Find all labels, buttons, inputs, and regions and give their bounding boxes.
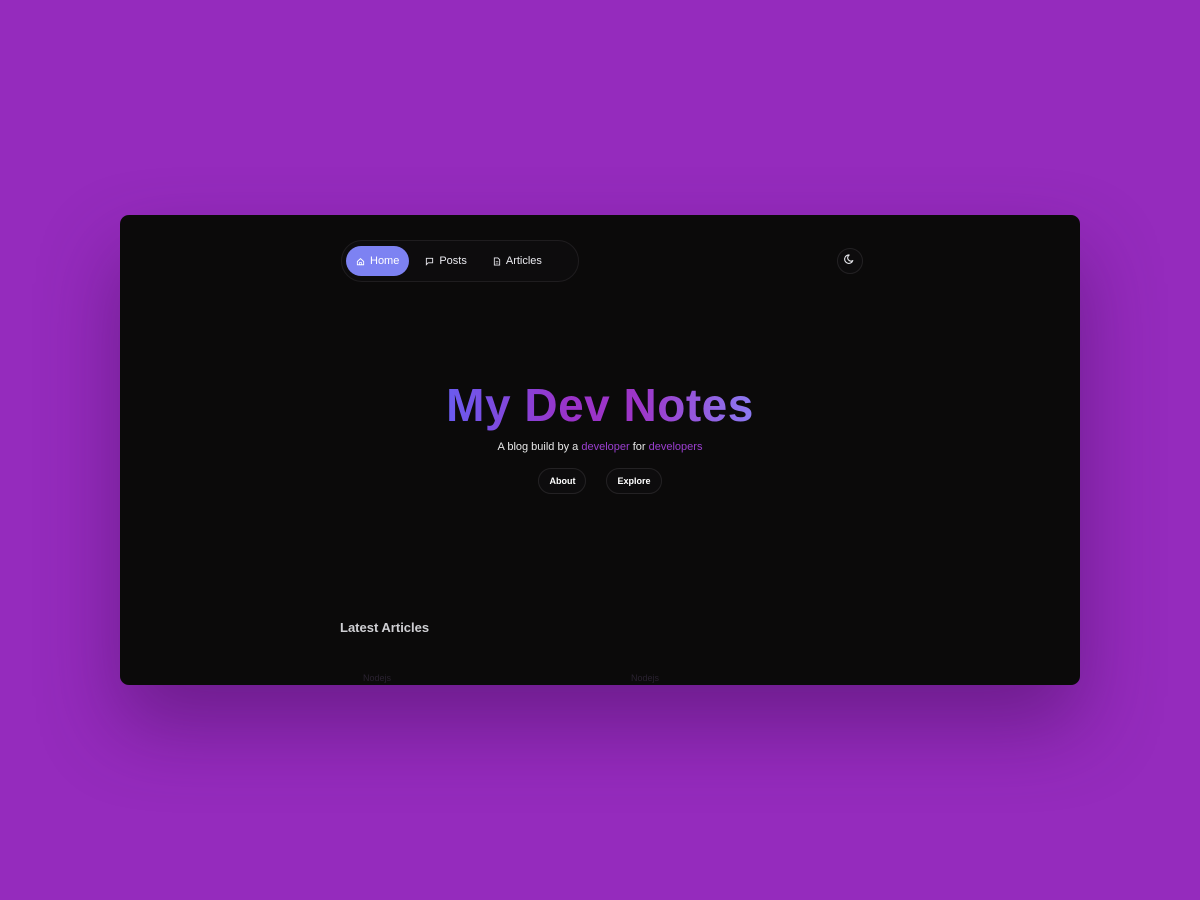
latest-articles-heading: Latest Articles [340,620,430,635]
document-icon [493,257,501,266]
hero-title-text: My Dev Notes [446,379,754,431]
about-button[interactable]: About [538,468,587,494]
nav-posts-label: Posts [439,255,467,267]
nav-articles-label: Articles [505,255,542,267]
nav-item-posts[interactable]: Posts [415,246,477,276]
tagline-highlight-developers: developers [648,441,703,453]
chat-bubble-icon [425,257,434,266]
hero-title: My Dev Notes [120,375,1080,435]
tagline-highlight-developer: developer [581,441,630,453]
moon-icon [844,252,856,270]
article-card-tag: Nodejs [363,673,392,683]
theme-toggle-button[interactable] [837,248,863,274]
hero-buttons: About Explore [120,468,1080,494]
nav-item-articles[interactable]: Articles [483,246,552,276]
tagline-prefix: A blog build by a [497,441,582,453]
main-nav: Home Posts Articles [341,240,579,282]
hero-tagline: A blog build by a developer for develope… [120,441,1080,453]
nav-item-home[interactable]: Home [346,246,410,276]
article-card-tag: Nodejs [631,673,660,683]
tagline-middle: for [629,441,649,453]
home-icon [356,257,365,266]
page-background: Home Posts Articles My Dev Notes A blog … [0,0,1200,900]
browser-window: Home Posts Articles My Dev Notes A blog … [120,215,1080,685]
explore-button[interactable]: Explore [606,468,662,494]
nav-home-label: Home [370,255,400,267]
